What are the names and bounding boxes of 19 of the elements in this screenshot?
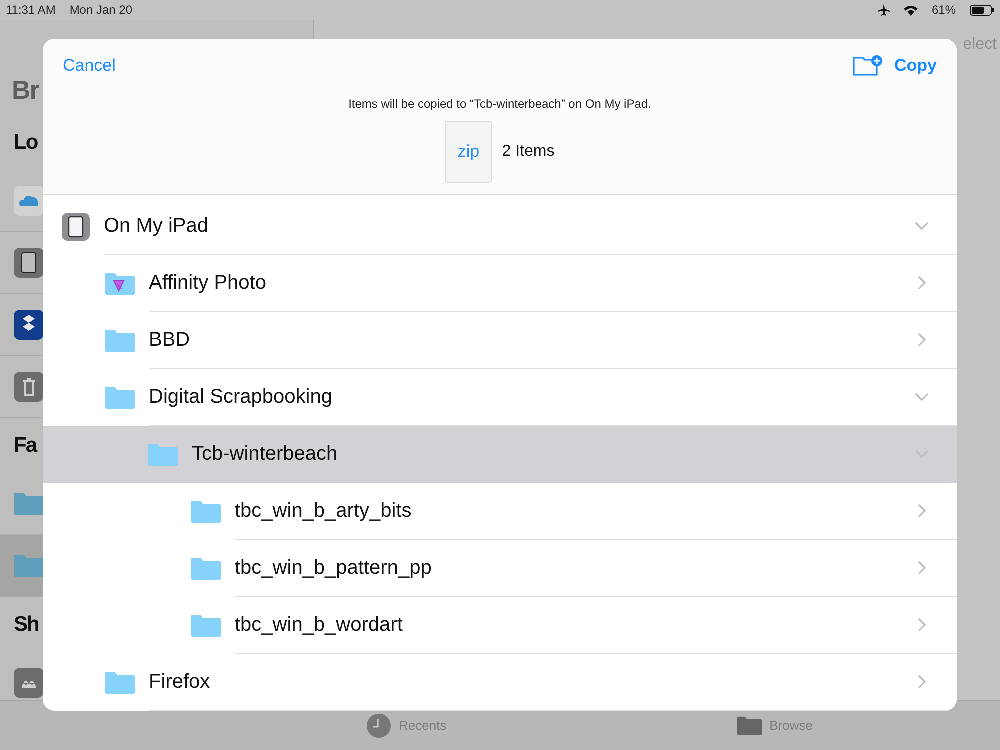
folder-name: Digital Scrapbooking — [149, 386, 334, 408]
copy-message: Items will be copied to “Tcb-winterbeach” on On My iPad. — [348, 97, 652, 111]
section-heading: Fa — [14, 434, 37, 458]
status-time: 11:31 AM — [6, 3, 56, 17]
folder-name: On My iPad — [104, 214, 210, 238]
folder-name: BBD — [149, 328, 192, 352]
status-date: Mon Jan 20 — [70, 3, 133, 17]
folder-name: Tcb-winterbeach — [192, 442, 339, 466]
item-count: 2 Items — [502, 143, 555, 161]
section-heading: Lo — [14, 130, 38, 154]
folder-name: Firefox — [149, 670, 212, 694]
zip-file-icon: zip — [445, 121, 492, 183]
folder-name: Affinity Photo — [149, 272, 268, 294]
battery-percent: 61% — [932, 3, 956, 17]
folder-name: tbc_win_b_pattern_pp — [235, 556, 433, 580]
folder-name: tbc_win_b_wordart — [235, 614, 404, 636]
sidebar-title: Br — [12, 74, 39, 106]
section-heading: Sh — [14, 612, 39, 636]
folder-name: tbc_win_b_arty_bits — [235, 500, 413, 522]
